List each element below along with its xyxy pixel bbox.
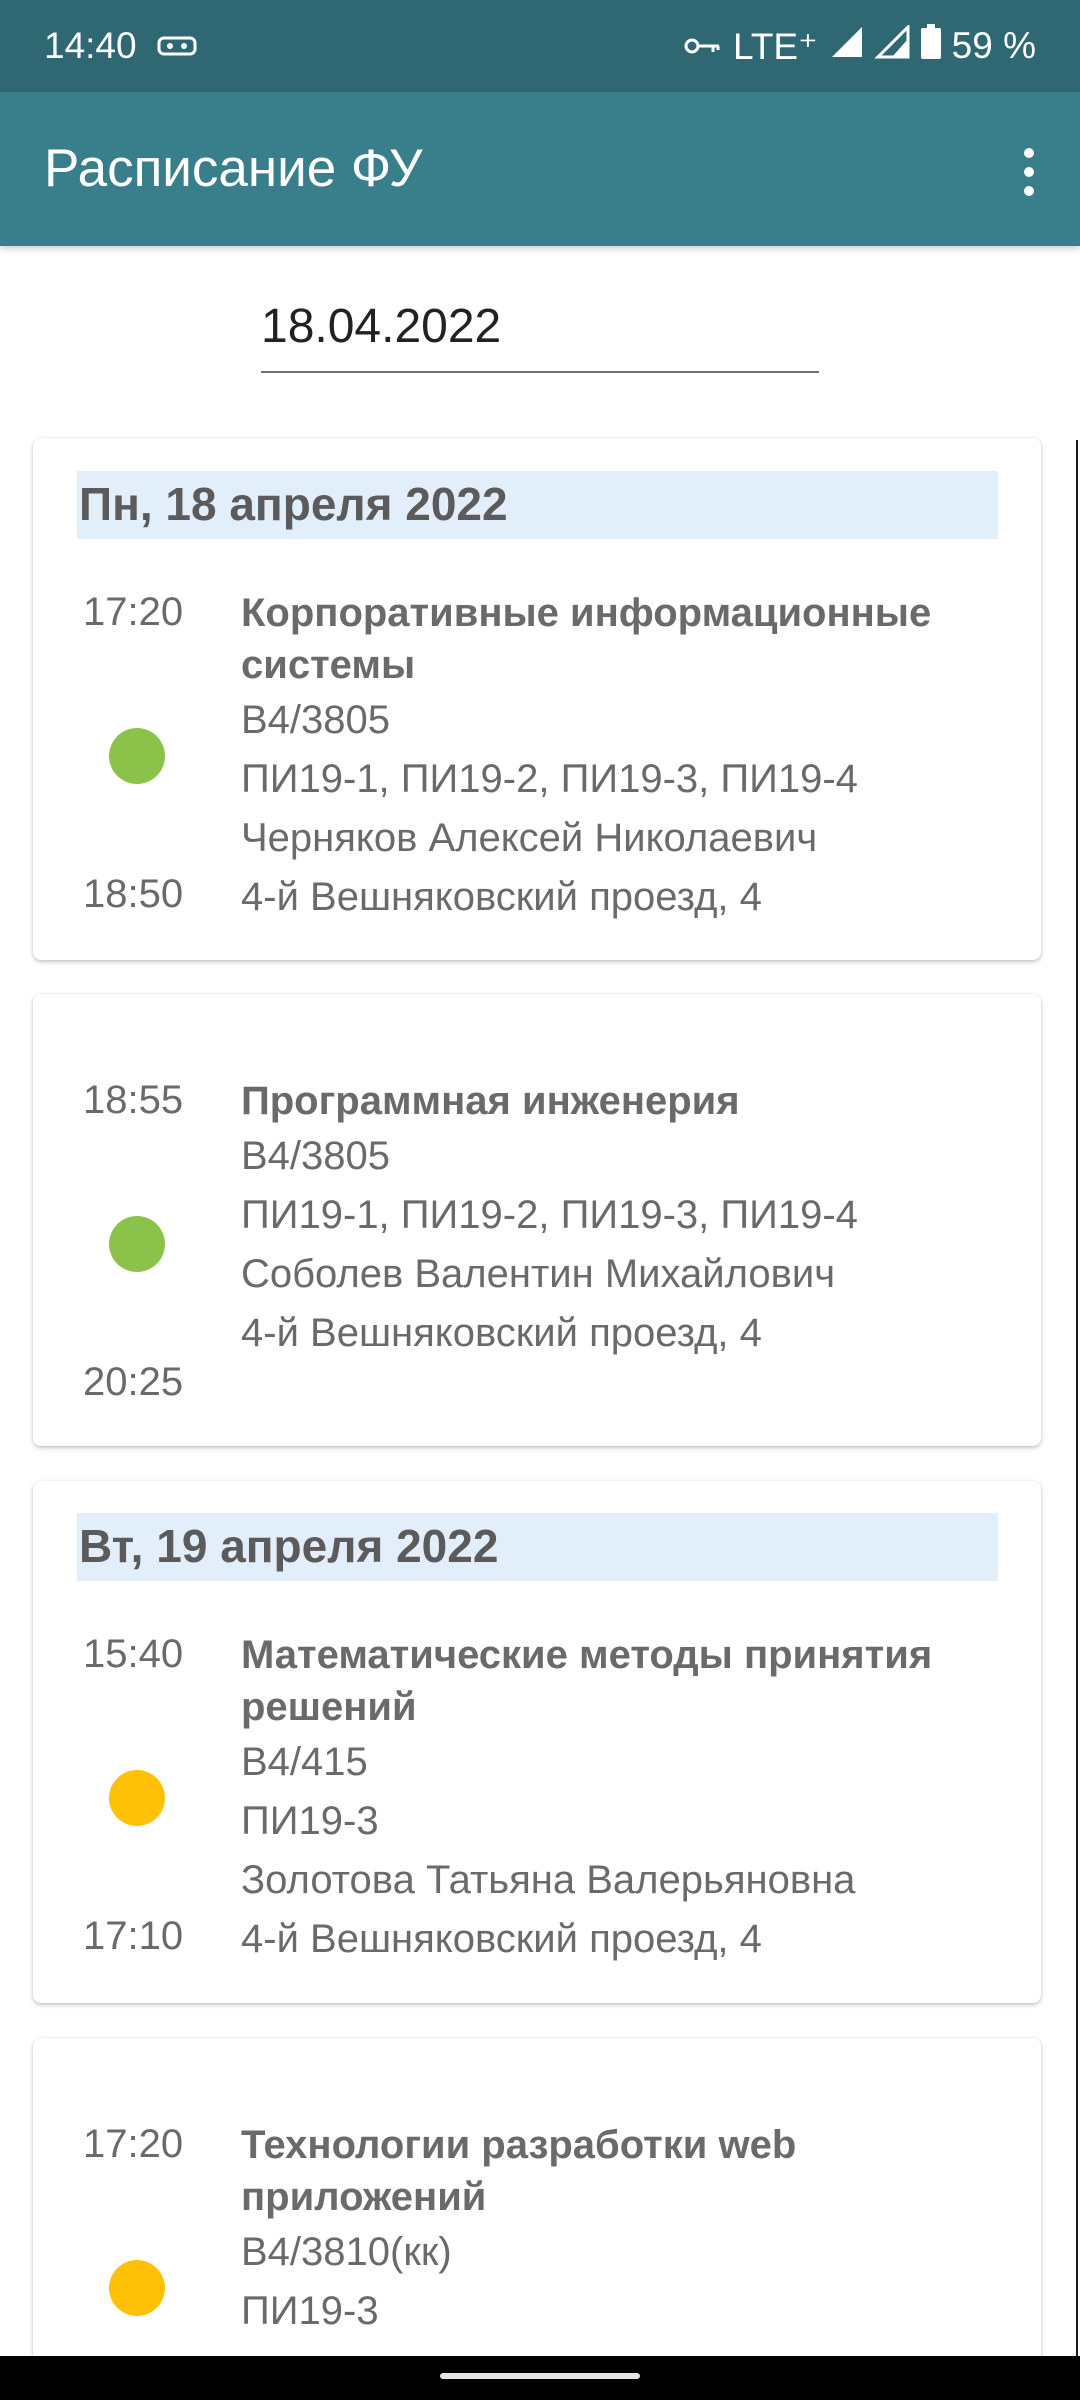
teacher: Соболев Валентин Михайлович [241, 1252, 836, 1296]
groups: ПИ19-1, ПИ19-2, ПИ19-3, ПИ19-4 [241, 1193, 858, 1237]
battery-percent: 59 % [951, 25, 1036, 66]
lesson-card[interactable]: 17:20 Технологии разработки web приложен… [33, 2038, 1041, 2398]
signal-icon-2 [874, 22, 910, 68]
end-time: 17:10 [83, 1914, 184, 1958]
groups: ПИ19-1, ПИ19-2, ПИ19-3, ПИ19-4 [241, 757, 858, 801]
start-time: 18:55 [83, 1078, 184, 1122]
room: В4/3805 [241, 698, 391, 742]
start-time: 17:20 [83, 2122, 184, 2166]
status-dot [109, 728, 165, 784]
subject-title: Программная инженерия [241, 1079, 740, 1123]
teacher: Золотова Татьяна Валерьяновна [241, 1858, 856, 1902]
groups: ПИ19-3 [241, 1799, 379, 1843]
status-dot [109, 1216, 165, 1272]
teacher: Черняков Алексей Николаевич [241, 816, 818, 860]
end-time: 20:25 [83, 1360, 184, 1404]
groups: ПИ19-3 [241, 2289, 379, 2333]
lesson-info: Программная инженерия В4/3805 ПИ19-1, ПИ… [241, 1075, 1021, 1363]
status-dot [109, 2260, 165, 2316]
lesson-info: Технологии разработки web приложений В4/… [241, 2119, 1021, 2341]
address: 4-й Вешняковский проезд, 4 [241, 1311, 762, 1355]
address: 4-й Вешняковский проезд, 4 [241, 1917, 762, 1961]
lesson-card[interactable]: Вт, 19 апреля 2022 15:40 17:10 Математич… [33, 1481, 1041, 2003]
start-time: 17:20 [83, 590, 184, 634]
day-header: Вт, 19 апреля 2022 [77, 1513, 998, 1581]
lesson-info: Математические методы принятия решений В… [241, 1629, 1021, 1969]
network-type: LTE⁺ [733, 25, 818, 67]
lesson-info: Корпоративные информационные системы В4/… [241, 587, 1021, 927]
signal-icon [828, 25, 864, 68]
app-bar: Расписание ФУ [0, 92, 1080, 246]
scrollbar[interactable] [1076, 440, 1078, 2356]
date-input[interactable]: 18.04.2022 [261, 295, 819, 373]
lesson-card[interactable]: Пн, 18 апреля 2022 17:20 18:50 Корпорати… [33, 438, 1041, 960]
subject-title: Корпоративные информационные системы [241, 591, 932, 687]
date-input-value: 18.04.2022 [261, 300, 502, 353]
end-time: 18:50 [83, 872, 184, 916]
status-dot [109, 1770, 165, 1826]
lesson-card[interactable]: 18:55 20:25 Программная инженерия В4/380… [33, 994, 1041, 1446]
gesture-nav-bar [0, 2356, 1080, 2400]
subject-title: Технологии разработки web приложений [241, 2123, 797, 2219]
home-handle[interactable] [440, 2373, 640, 2379]
address: 4-й Вешняковский проезд, 4 [241, 875, 762, 919]
vpn-key-icon [683, 25, 723, 67]
status-bar: 14:40 LTE⁺ 59 % [0, 0, 1080, 92]
more-options-icon[interactable] [994, 132, 1064, 212]
room: В4/415 [241, 1740, 368, 1784]
room: В4/3810(кк) [241, 2230, 452, 2274]
clock: 14:40 [44, 25, 137, 66]
day-header: Пн, 18 апреля 2022 [77, 471, 998, 539]
battery-icon [920, 23, 942, 69]
subject-title: Математические методы принятия решений [241, 1633, 933, 1729]
vr-headset-icon [157, 25, 197, 67]
room: В4/3805 [241, 1134, 391, 1178]
start-time: 15:40 [83, 1632, 184, 1676]
app-title: Расписание ФУ [44, 139, 423, 198]
